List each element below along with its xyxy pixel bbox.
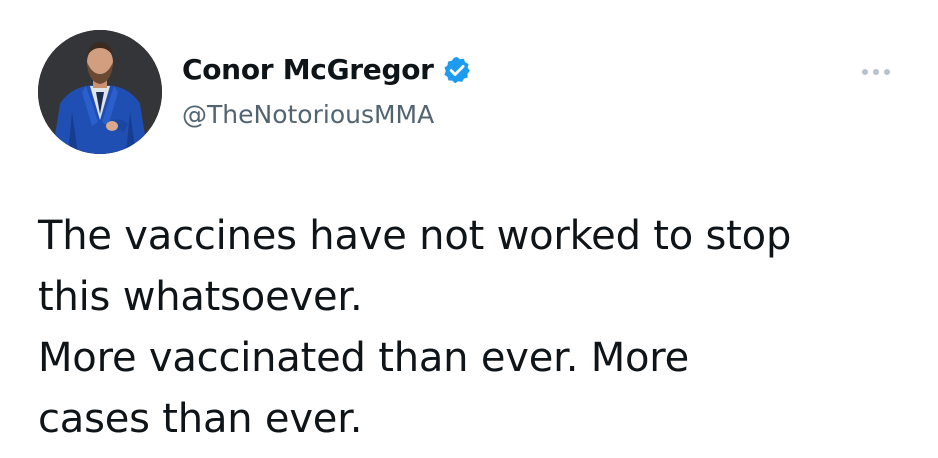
tweet-text-line: this whatsoever. (38, 274, 363, 320)
tweet-text: The vaccines have not worked to stop thi… (38, 206, 918, 450)
avatar-image (38, 30, 162, 154)
tweet-card: Conor McGregor @TheNotoriousMMA The vacc… (0, 0, 938, 458)
author-handle[interactable]: @TheNotoriousMMA (182, 98, 434, 132)
tweet-text-line: More vaccinated than ever. More (38, 335, 690, 381)
more-options-icon[interactable] (858, 64, 894, 78)
tweet-text-line: cases than ever. (38, 396, 363, 442)
author-display-name[interactable]: Conor McGregor (182, 50, 434, 90)
tweet-text-line: The vaccines have not worked to stop (38, 213, 792, 259)
avatar[interactable] (38, 30, 162, 154)
verified-badge-icon (442, 55, 472, 85)
author-name-row[interactable]: Conor McGregor (182, 50, 472, 90)
